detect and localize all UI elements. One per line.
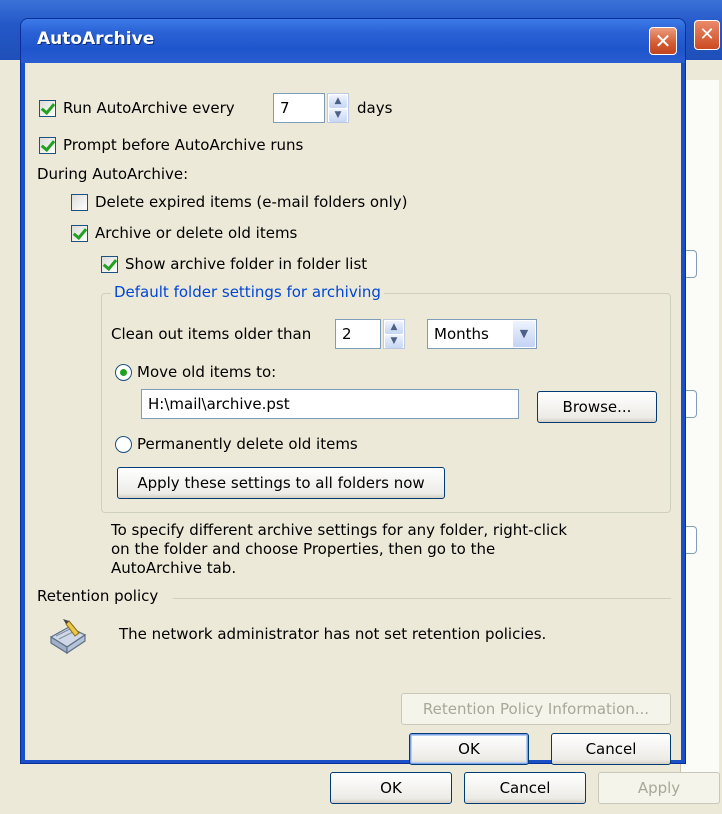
- close-icon: ✕: [699, 24, 715, 45]
- clean-out-value-input[interactable]: 2: [335, 319, 381, 349]
- info-text: To specify different archive settings fo…: [111, 521, 567, 578]
- move-old-items-label: Move old items to:: [137, 363, 277, 381]
- background-ok-button[interactable]: OK: [330, 772, 452, 804]
- browse-button[interactable]: Browse...: [537, 391, 657, 423]
- dialog-close-button[interactable]: ✕: [649, 27, 677, 55]
- background-apply-button: Apply: [598, 772, 720, 804]
- retention-policy-label: Retention policy: [37, 587, 159, 605]
- dialog-title: AutoArchive: [37, 29, 155, 49]
- run-every-days-input[interactable]: 7: [273, 93, 325, 123]
- days-unit-label: days: [357, 99, 393, 117]
- spin-down-icon[interactable]: ▼: [329, 109, 347, 122]
- info-text-line: on the folder and choose Properties, the…: [111, 540, 496, 558]
- info-text-line: AutoArchive tab.: [111, 559, 237, 577]
- delete-expired-label: Delete expired items (e-mail folders onl…: [95, 193, 408, 211]
- permanently-delete-label: Permanently delete old items: [137, 435, 358, 453]
- show-archive-folder-label: Show archive folder in folder list: [125, 255, 368, 273]
- run-every-days-spinner[interactable]: ▲ ▼: [327, 93, 349, 123]
- apply-to-all-folders-button[interactable]: Apply these settings to all folders now: [117, 467, 445, 499]
- dropdown-arrow-icon[interactable]: ▼: [513, 321, 535, 347]
- period-select[interactable]: Months ▼: [427, 319, 537, 349]
- retention-separator: [173, 598, 671, 599]
- retention-policy-info-button: Retention Policy Information...: [401, 693, 671, 725]
- spin-up-icon[interactable]: ▲: [329, 95, 347, 108]
- archive-old-label: Archive or delete old items: [95, 224, 298, 242]
- background-cancel-button[interactable]: Cancel: [464, 772, 586, 804]
- ok-button[interactable]: OK: [409, 733, 529, 765]
- prompt-before-checkbox[interactable]: [39, 137, 56, 154]
- prompt-before-label: Prompt before AutoArchive runs: [63, 136, 304, 154]
- dialog-titlebar[interactable]: AutoArchive ✕: [21, 19, 685, 63]
- run-autoarchive-label: Run AutoArchive every: [63, 99, 235, 117]
- run-autoarchive-checkbox[interactable]: [39, 100, 56, 117]
- show-archive-folder-checkbox[interactable]: [101, 256, 118, 273]
- delete-expired-checkbox[interactable]: [71, 194, 88, 211]
- background-close-button[interactable]: ✕: [694, 20, 720, 50]
- period-select-value: Months: [434, 325, 489, 343]
- spin-up-icon[interactable]: ▲: [385, 321, 403, 334]
- permanently-delete-radio[interactable]: [115, 436, 132, 453]
- close-icon: ✕: [654, 29, 672, 53]
- during-autoarchive-label: During AutoArchive:: [37, 165, 189, 183]
- spin-down-icon[interactable]: ▼: [385, 335, 403, 348]
- autoarchive-dialog: AutoArchive ✕ Run AutoArchive every 7 ▲ …: [20, 18, 686, 765]
- retention-message: The network administrator has not set re…: [119, 625, 547, 643]
- retention-policy-icon: [49, 619, 87, 655]
- clean-out-label: Clean out items older than: [111, 325, 312, 343]
- default-folder-settings-label: Default folder settings for archiving: [111, 283, 384, 301]
- clean-out-value-spinner[interactable]: ▲ ▼: [383, 319, 405, 349]
- dialog-client-area: Run AutoArchive every 7 ▲ ▼ days Prompt …: [25, 63, 681, 765]
- move-old-items-radio[interactable]: [115, 364, 132, 381]
- cancel-button[interactable]: Cancel: [551, 733, 671, 765]
- info-text-line: To specify different archive settings fo…: [111, 521, 568, 539]
- archive-path-input[interactable]: H:\mail\archive.pst: [141, 389, 519, 419]
- archive-old-checkbox[interactable]: [71, 225, 88, 242]
